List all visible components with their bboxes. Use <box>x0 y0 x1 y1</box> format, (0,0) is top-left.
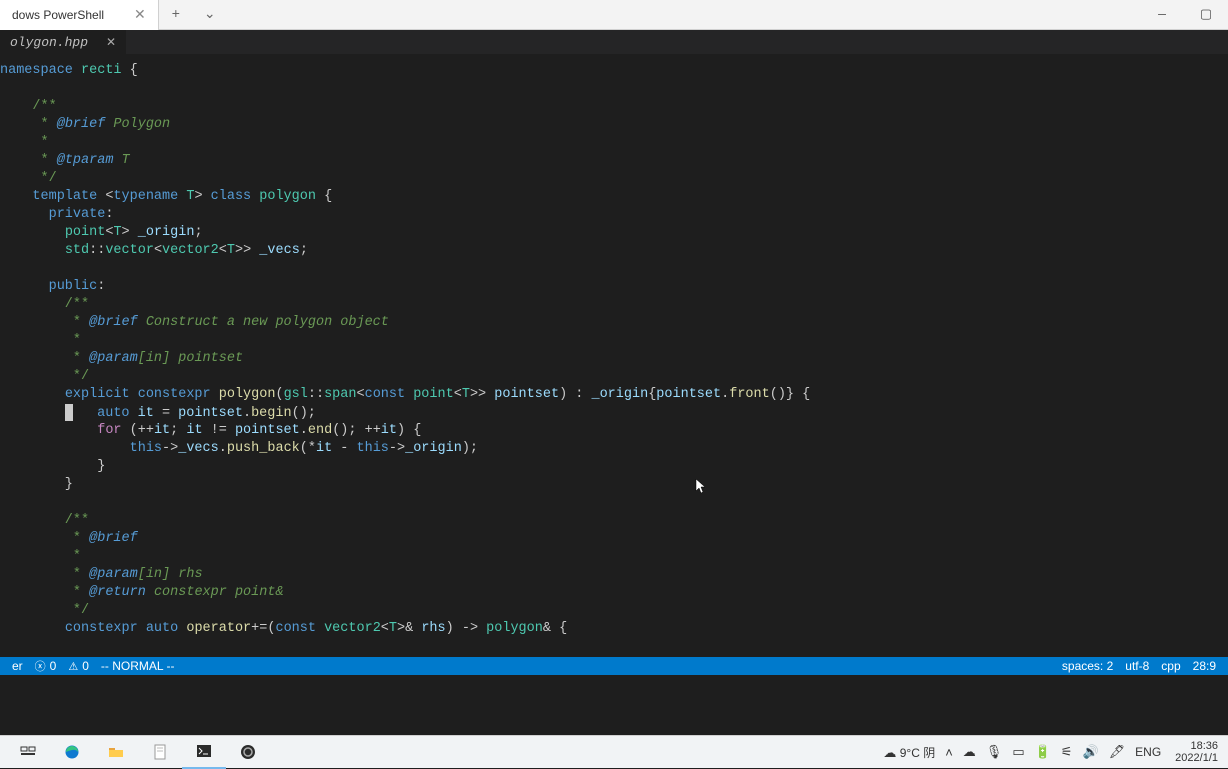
editor-tabstrip: olygon.hpp ✕ <box>0 30 1228 54</box>
weather-icon: ☁ <box>883 745 896 760</box>
onedrive-icon[interactable]: ☁ <box>963 744 976 760</box>
close-editor-tab-icon[interactable]: ✕ <box>106 35 116 50</box>
status-position[interactable]: 28:9 <box>1187 659 1222 673</box>
new-tab-button[interactable]: + <box>159 7 193 23</box>
system-tray: ☁ 9°C 阴 ˄ ☁ 🎙 ▭ 🔋 ⚟ 🔊 🖋 ENG 18:36 2022/1… <box>883 740 1222 764</box>
warning-icon: ⚠ <box>68 660 78 673</box>
status-errors[interactable]: ⓧ0 <box>29 658 63 674</box>
vim-mode: -- NORMAL -- <box>95 659 181 673</box>
terminal-tab[interactable]: dows PowerShell ✕ <box>0 0 159 30</box>
notepad-icon[interactable] <box>138 736 182 769</box>
tray-chevron-up-icon[interactable]: ˄ <box>945 745 953 760</box>
microphone-icon[interactable]: 🎙 <box>986 744 1003 760</box>
ime-language[interactable]: ENG <box>1135 745 1161 759</box>
terminal-app-icon[interactable] <box>182 736 226 769</box>
ime-icon[interactable]: 🖋 <box>1109 744 1126 760</box>
editor-tab-polygon[interactable]: olygon.hpp ✕ <box>0 30 126 54</box>
code-editor[interactable]: namespace recti { /** * @brief Polygon *… <box>0 54 1228 657</box>
status-left[interactable]: er <box>6 659 29 673</box>
volume-icon[interactable]: 🔊 <box>1082 744 1098 760</box>
edge-browser-icon[interactable] <box>50 736 94 769</box>
editor-tab-label: olygon.hpp <box>10 35 88 50</box>
terminal-tab-label: dows PowerShell <box>12 8 104 22</box>
minimize-button[interactable]: — <box>1140 7 1184 22</box>
error-icon: ⓧ <box>35 658 46 674</box>
status-warnings[interactable]: ⚠0 <box>62 659 95 673</box>
status-spaces[interactable]: spaces: 2 <box>1056 659 1119 673</box>
maximize-button[interactable]: ▢ <box>1184 7 1228 22</box>
terminal-area[interactable] <box>0 675 1228 735</box>
status-encoding[interactable]: utf-8 <box>1119 659 1155 673</box>
file-explorer-icon[interactable] <box>94 736 138 769</box>
status-language[interactable]: cpp <box>1155 659 1186 673</box>
weather-widget[interactable]: ☁ 9°C 阴 <box>883 744 935 761</box>
taskbar-clock[interactable]: 18:36 2022/1/1 <box>1171 740 1222 764</box>
obs-icon[interactable] <box>226 736 270 769</box>
battery-icon[interactable]: 🔋 <box>1035 744 1051 760</box>
close-tab-icon[interactable]: ✕ <box>134 6 146 23</box>
tab-dropdown-button[interactable]: ⌄ <box>193 6 227 23</box>
task-view-icon[interactable] <box>6 736 50 769</box>
mouse-pointer <box>694 478 710 499</box>
meet-now-icon[interactable]: ▭ <box>1012 744 1024 760</box>
cursor <box>65 404 73 421</box>
status-bar: er ⓧ0 ⚠0 -- NORMAL -- spaces: 2 utf-8 cp… <box>0 657 1228 675</box>
window-titlebar: dows PowerShell ✕ + ⌄ — ▢ <box>0 0 1228 30</box>
wifi-icon[interactable]: ⚟ <box>1061 744 1073 760</box>
windows-taskbar: ☁ 9°C 阴 ˄ ☁ 🎙 ▭ 🔋 ⚟ 🔊 🖋 ENG 18:36 2022/1… <box>0 735 1228 768</box>
